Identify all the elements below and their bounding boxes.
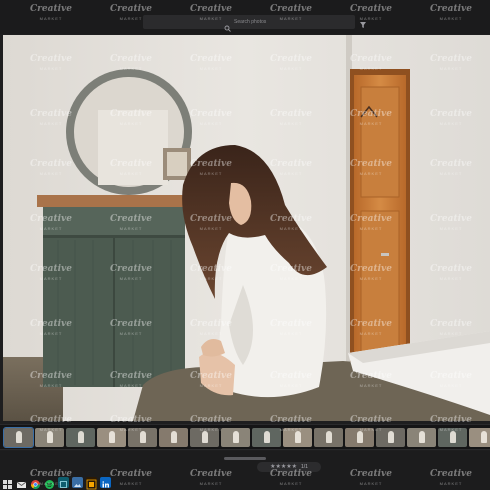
rating-count: 1/1 xyxy=(300,464,308,470)
magnifier-icon xyxy=(224,19,231,32)
panel-grabber[interactable] xyxy=(224,457,266,460)
filmstrip-thumbnail[interactable] xyxy=(469,427,490,447)
filmstrip-thumbnail[interactable] xyxy=(283,427,312,447)
filmstrip-thumbnail[interactable] xyxy=(128,427,157,447)
photos-icon[interactable] xyxy=(72,477,83,488)
filmstrip-thumbnail[interactable] xyxy=(345,427,374,447)
spotify-icon[interactable] xyxy=(44,477,55,489)
filmstrip-thumbnail[interactable] xyxy=(438,427,467,447)
photo-woman-sitting-on-bed xyxy=(3,35,490,421)
filmstrip-thumbnail[interactable] xyxy=(221,427,250,447)
windows-icon[interactable] xyxy=(2,477,13,489)
filmstrip-thumbnail[interactable] xyxy=(66,427,95,447)
mail-icon[interactable] xyxy=(16,477,27,488)
filmstrip-thumbnail[interactable] xyxy=(376,427,405,447)
app-icon[interactable] xyxy=(58,477,69,488)
rating-stars[interactable]: ★★★★★ xyxy=(270,462,297,472)
filmstrip-thumbnail[interactable] xyxy=(97,427,126,447)
filmstrip-thumbnail[interactable] xyxy=(35,427,64,447)
top-toolbar xyxy=(0,0,490,34)
filmstrip xyxy=(0,424,490,450)
chrome-icon[interactable] xyxy=(30,477,41,490)
photo-viewer-app: ★★★★★ 1/1 CreativeMARKETCreativeMARKETCr… xyxy=(0,0,490,490)
filmstrip-thumbnail[interactable] xyxy=(190,427,219,447)
taskbar xyxy=(0,475,130,490)
filmstrip-thumbnail[interactable] xyxy=(3,426,34,448)
filmstrip-thumbnail[interactable] xyxy=(314,427,343,447)
search-input[interactable] xyxy=(234,19,274,25)
filmstrip-thumbnail[interactable] xyxy=(159,427,188,447)
funnel-icon[interactable] xyxy=(358,17,368,28)
filmstrip-thumbnail[interactable] xyxy=(252,427,281,447)
rating-control[interactable]: ★★★★★ 1/1 xyxy=(257,462,321,472)
linkedin-icon[interactable] xyxy=(100,477,111,488)
photo-canvas[interactable] xyxy=(3,35,490,421)
search-box[interactable] xyxy=(143,15,355,32)
filmstrip-thumbnail[interactable] xyxy=(407,427,436,447)
illustrator-icon[interactable] xyxy=(86,477,97,490)
